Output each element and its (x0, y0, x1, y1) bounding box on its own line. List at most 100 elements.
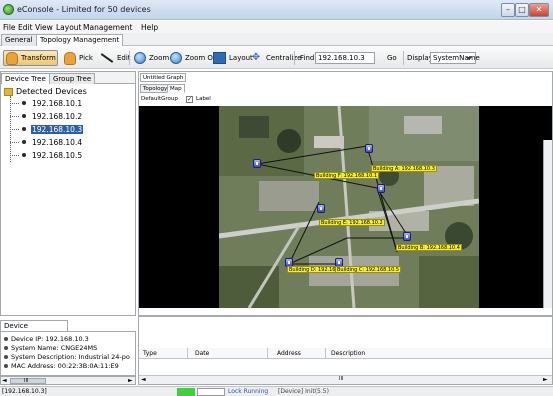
map-label-building-a: Building A: 192.168.10.3 (371, 165, 437, 172)
menu-file[interactable]: File (3, 23, 16, 32)
tab-untitled-graph[interactable]: Untitled Graph (140, 73, 187, 82)
menu-edit[interactable]: Edit (18, 23, 33, 32)
tree-connector (10, 102, 19, 104)
bullet-icon (4, 364, 8, 368)
status-bar: [192.168.10.3] Lock Running [Device] Ini… (0, 386, 553, 396)
info-line: MAC Address: 00:22:3B:0A:11:E9 (4, 362, 119, 370)
column-date[interactable]: Date (195, 350, 209, 357)
device-bullet-icon (22, 127, 26, 131)
toolbar: Transform Pick Edit Zoom in Zoom Out Lay… (0, 47, 553, 69)
device-bullet-icon (22, 101, 26, 105)
log-table-header: Type Date Address Description (139, 348, 552, 359)
tree-connector (10, 128, 19, 130)
menu-layout[interactable]: Layout (56, 23, 82, 32)
bullet-icon (4, 346, 8, 350)
aerial-map-image (218, 106, 480, 308)
tree-connector (10, 115, 19, 117)
layout-button[interactable]: Layout (213, 50, 253, 66)
find-input[interactable]: 192.168.10.3 (315, 52, 375, 64)
scroll-thumb[interactable]: III (10, 378, 46, 384)
map-node-building-f[interactable] (377, 184, 385, 193)
status-device: [Device] Init(5.5) (278, 388, 329, 395)
scroll-grip: III (24, 378, 29, 384)
column-description[interactable]: Description (331, 350, 365, 357)
left-horizontal-scrollbar[interactable]: ◄ III ► (0, 376, 136, 385)
map-label-building-c: Building C: 192.168.10.5 (335, 266, 402, 273)
minimize-button[interactable]: – (501, 3, 515, 17)
tab-topology[interactable]: Topology (140, 84, 171, 93)
map-options-bar: DefaultGroup ✓ Label (140, 95, 552, 105)
info-line: Device IP: 192.168.10.3 (4, 335, 89, 343)
zoom-out-icon (170, 52, 182, 64)
graph-panel: Untitled Graph Topology Map DefaultGroup… (138, 71, 553, 316)
map-vertical-scrollbar[interactable] (543, 140, 552, 308)
toolbar-divider (294, 51, 295, 65)
map-node-building-a[interactable] (253, 159, 261, 168)
column-type[interactable]: Type (143, 350, 157, 357)
tree-device-label: 192.168.10.4 (32, 137, 83, 147)
tree-connector (10, 154, 19, 156)
close-button[interactable]: ✕ (529, 3, 549, 17)
centralize-label: Centralize (266, 54, 302, 62)
tab-device-tree[interactable]: Device Tree (1, 73, 50, 84)
go-button[interactable]: Go (387, 50, 397, 66)
column-divider (267, 348, 268, 359)
column-address[interactable]: Address (277, 350, 301, 357)
left-tab-strip: Device Tree Group Tree (1, 72, 135, 84)
window-title: eConsole - Limited for 50 devices (17, 5, 151, 14)
scroll-grip: III (339, 376, 344, 382)
map-node-building-e[interactable] (317, 204, 325, 213)
group-label: DefaultGroup (141, 96, 178, 102)
map-canvas[interactable]: Building A: 192.168.10.3 Building F: 192… (139, 106, 552, 308)
bullet-icon (4, 337, 8, 341)
tree-device-item[interactable]: 192.168.10.1 (10, 98, 83, 108)
edit-button[interactable]: Edit (100, 50, 131, 66)
arrows-icon: ✥ (251, 52, 261, 63)
system-description: System Description: Industrial 24-po (11, 353, 130, 361)
menu-management[interactable]: Management (83, 23, 132, 32)
log-horizontal-scrollbar[interactable]: ◄ III ► (139, 375, 552, 384)
map-node-building-a2[interactable] (365, 144, 373, 153)
label-checkbox[interactable]: ✓ (186, 96, 193, 103)
menu-bar: File Edit View Layout Management Help (0, 21, 553, 33)
status-ip: [192.168.10.3] (2, 388, 47, 395)
map-label-building-e: Building E: 192.168.10.2 (319, 219, 385, 226)
tab-map[interactable]: Map (167, 84, 185, 93)
tree-device-label: 192.168.10.2 (32, 111, 83, 121)
tree-device-item[interactable]: 192.168.10.3 (10, 124, 84, 134)
tree-device-item[interactable]: 192.168.10.4 (10, 137, 83, 147)
transform-button[interactable]: Transform (3, 50, 58, 66)
info-line: System Name: CNGE24MS (4, 344, 97, 352)
tab-topology-management[interactable]: Topology Management (36, 34, 124, 46)
toolbar-divider (129, 51, 130, 65)
scroll-left-arrow-icon[interactable]: ◄ (2, 377, 7, 384)
display-select[interactable]: SystemName (430, 52, 480, 64)
tree-device-label: 192.168.10.5 (32, 150, 83, 160)
column-divider (325, 348, 326, 359)
device-ip: Device IP: 192.168.10.3 (11, 335, 89, 343)
menu-help[interactable]: Help (141, 23, 158, 32)
scroll-left-arrow-icon[interactable]: ◄ (141, 376, 146, 383)
status-field (197, 388, 225, 396)
tab-group-tree[interactable]: Group Tree (49, 73, 96, 84)
find-label: Find (300, 54, 315, 62)
pick-button[interactable]: Pick (64, 50, 93, 66)
hand-icon (6, 51, 18, 65)
column-divider (187, 348, 188, 359)
display-label: Display (407, 54, 433, 62)
title-bar: eConsole - Limited for 50 devices – □ ✕ (0, 0, 553, 20)
maximize-button[interactable]: □ (515, 3, 529, 17)
map-node-building-b[interactable] (403, 232, 411, 241)
device-information-panel: Device IP: 192.168.10.3 System Name: CNG… (0, 331, 136, 376)
pick-label: Pick (79, 54, 93, 62)
menu-view[interactable]: View (35, 23, 53, 32)
tree-device-item[interactable]: 192.168.10.5 (10, 150, 83, 160)
tree-root[interactable]: Detected Devices (4, 86, 87, 97)
scroll-right-arrow-icon[interactable]: ► (543, 376, 548, 383)
layout-icon (213, 52, 226, 64)
tab-general[interactable]: General (1, 34, 37, 46)
scroll-right-arrow-icon[interactable]: ► (128, 377, 133, 384)
tree-root-label: Detected Devices (16, 87, 87, 96)
tree-device-label: 192.168.10.3 (31, 124, 84, 134)
tree-device-item[interactable]: 192.168.10.2 (10, 111, 83, 121)
